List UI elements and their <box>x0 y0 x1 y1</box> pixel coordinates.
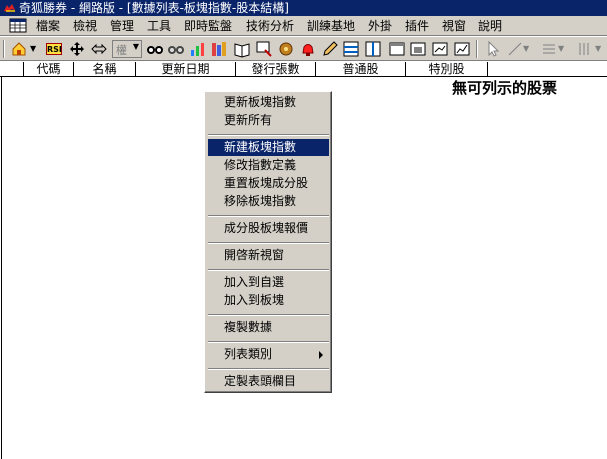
column-header-preferred[interactable]: 特別股 <box>406 62 488 77</box>
column-header-name[interactable]: 名稱 <box>74 62 136 77</box>
app-fox-icon <box>4 4 15 12</box>
menu-separator <box>208 215 329 217</box>
menu-monitor[interactable]: 即時監盤 <box>183 18 233 34</box>
title-bar: 奇狐勝券 - 網路版 - [數據列表-板塊指數-股本結構] <box>0 0 607 16</box>
menu-separator <box>208 368 329 370</box>
menu-item-list-category-label: 列表類別 <box>224 347 273 361</box>
list-icon[interactable] <box>540 40 558 58</box>
window2-icon[interactable] <box>409 40 427 58</box>
column-header-date[interactable]: 更新日期 <box>136 62 236 77</box>
menu-item-add-sector[interactable]: 加入到板塊 <box>208 292 329 309</box>
menu-item-list-category[interactable]: 列表類別 <box>208 346 329 363</box>
home-dropdown-icon[interactable]: ▼ <box>30 40 38 58</box>
window4-icon[interactable] <box>453 40 471 58</box>
system-menu-icon[interactable] <box>9 18 27 33</box>
weight-combo[interactable]: 權 ▼ <box>112 40 142 58</box>
toolbar: ▼ RSI 權 ▼ ▼ ▼ ▼ <box>0 37 607 61</box>
menu-separator <box>208 314 329 316</box>
columns-icon[interactable] <box>364 40 382 58</box>
glasses2-icon[interactable] <box>167 40 185 58</box>
monitor-icon[interactable] <box>255 40 273 58</box>
bars-dropdown-icon[interactable]: ▼ <box>595 40 603 58</box>
menu-tools[interactable]: 工具 <box>146 18 172 34</box>
empty-list-message: 無可列示的股票 <box>452 79 558 97</box>
resize-icon[interactable] <box>90 40 108 58</box>
toolbar-separator <box>476 40 478 58</box>
glasses-icon[interactable] <box>146 40 164 58</box>
column-header-code[interactable]: 代碼 <box>24 62 74 77</box>
toolbar-grip <box>3 40 5 58</box>
menu-training[interactable]: 訓練基地 <box>306 18 356 34</box>
alarm-icon[interactable] <box>299 40 317 58</box>
move-icon[interactable] <box>68 40 86 58</box>
menu-item-new-index[interactable]: 新建板塊指數 <box>208 139 329 156</box>
gear-icon[interactable] <box>277 40 295 58</box>
table-left-border <box>1 77 2 459</box>
cursor-icon[interactable] <box>484 40 502 58</box>
rows-icon[interactable] <box>342 40 360 58</box>
column-header-index[interactable] <box>0 62 24 77</box>
menu-item-update-all[interactable]: 更新所有 <box>208 112 329 129</box>
menu-item-open-window[interactable]: 開啓新視窗 <box>208 247 329 264</box>
menu-separator <box>208 134 329 136</box>
table-header: 代碼 名稱 更新日期 發行張數 普通股 特別股 <box>0 62 607 77</box>
chevron-down-icon: ▼ <box>132 42 139 51</box>
menu-file[interactable]: 檔案 <box>35 18 61 34</box>
bars-icon[interactable] <box>576 40 594 58</box>
menu-bar: 檔案 檢視 管理 工具 即時監盤 技術分析 訓練基地 外掛 插件 視窗 說明 <box>0 16 607 36</box>
menu-item-remove-index[interactable]: 移除板塊指數 <box>208 193 329 210</box>
window-title: 奇狐勝券 - 網路版 - [數據列表-板塊指數-股本結構] <box>19 1 289 15</box>
menu-manage[interactable]: 管理 <box>109 18 135 34</box>
chart-icon[interactable] <box>189 40 207 58</box>
column-header-common[interactable]: 普通股 <box>316 62 406 77</box>
pencil-icon[interactable] <box>321 40 339 58</box>
window3-icon[interactable] <box>431 40 449 58</box>
menu-view[interactable]: 檢視 <box>72 18 98 34</box>
window1-icon[interactable] <box>388 40 406 58</box>
menu-help[interactable]: 說明 <box>477 18 503 34</box>
menu-item-update-index[interactable]: 更新板塊指數 <box>208 94 329 111</box>
books-icon[interactable] <box>210 40 228 58</box>
menu-item-constituent-quotes[interactable]: 成分股板塊報價 <box>208 220 329 237</box>
menu-item-reset-constituents[interactable]: 重置板塊成分股 <box>208 175 329 192</box>
menu-item-copy-data[interactable]: 複製數據 <box>208 319 329 336</box>
menu-window[interactable]: 視窗 <box>441 18 467 34</box>
menu-plugin[interactable]: 外掛 <box>367 18 393 34</box>
context-menu: 更新板塊指數 更新所有 新建板塊指數 修改指數定義 重置板塊成分股 移除板塊指數… <box>204 91 332 393</box>
home-icon[interactable] <box>10 40 28 58</box>
menu-item-customize-columns[interactable]: 定製表頭欄目 <box>208 373 329 390</box>
menu-analysis[interactable]: 技術分析 <box>245 18 295 34</box>
column-header-issued[interactable]: 發行張數 <box>236 62 316 77</box>
menu-item-add-watchlist[interactable]: 加入到自選 <box>208 274 329 291</box>
menu-separator <box>208 341 329 343</box>
menu-separator <box>208 242 329 244</box>
book-icon[interactable] <box>233 40 251 58</box>
menu-item-edit-index[interactable]: 修改指數定義 <box>208 157 329 174</box>
menu-separator <box>208 269 329 271</box>
list-dropdown-icon[interactable]: ▼ <box>558 40 566 58</box>
line-dropdown-icon[interactable]: ▼ <box>523 40 531 58</box>
submenu-arrow-icon <box>319 351 323 359</box>
line-icon[interactable] <box>506 40 524 58</box>
menu-addons[interactable]: 插件 <box>404 18 430 34</box>
rsi-icon[interactable]: RSI <box>46 43 62 55</box>
weight-combo-value: 權 <box>116 44 127 57</box>
